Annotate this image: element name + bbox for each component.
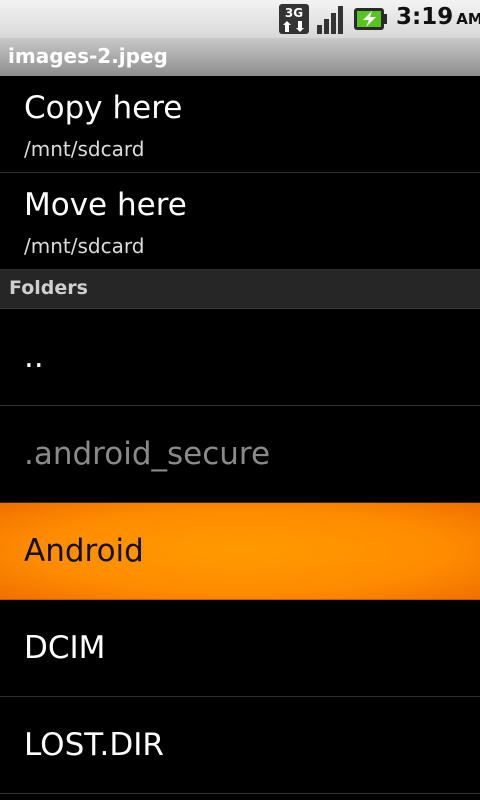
folder-item-dcim[interactable]: DCIM <box>0 600 480 697</box>
action-path: /mnt/sdcard <box>24 137 145 161</box>
folder-item-parent[interactable]: .. <box>0 309 480 406</box>
action-path: /mnt/sdcard <box>24 234 145 258</box>
folder-item-android-secure: .android_secure <box>0 406 480 503</box>
status-bar: 3G 3:19 AM <box>0 0 480 39</box>
folder-name: DCIM <box>24 630 106 666</box>
clock-time: 3:19 <box>396 4 454 30</box>
copy-here-option[interactable]: Copy here /mnt/sdcard <box>0 76 480 173</box>
folder-name: .android_secure <box>24 436 271 472</box>
clock-ampm: AM <box>456 10 480 28</box>
folder-name: LOST.DIR <box>24 727 164 763</box>
folder-item-android[interactable]: Android <box>0 503 480 600</box>
battery-charging-icon <box>354 8 387 30</box>
move-here-option[interactable]: Move here /mnt/sdcard <box>0 173 480 270</box>
action-label: Move here <box>24 187 187 223</box>
signal-strength-icon <box>317 6 343 34</box>
network-3g-icon: 3G <box>279 4 309 34</box>
section-header-label: Folders <box>9 277 88 299</box>
folders-section-header: Folders <box>0 270 480 309</box>
folder-item-lost-dir[interactable]: LOST.DIR <box>0 697 480 794</box>
title-bar: images-2.jpeg <box>0 38 480 76</box>
clock: 3:19 AM <box>396 4 480 34</box>
action-label: Copy here <box>24 90 183 126</box>
folder-name: .. <box>24 339 44 375</box>
folder-name: Android <box>24 533 144 569</box>
page-title: images-2.jpeg <box>8 44 168 68</box>
svg-text:3G: 3G <box>285 6 303 20</box>
